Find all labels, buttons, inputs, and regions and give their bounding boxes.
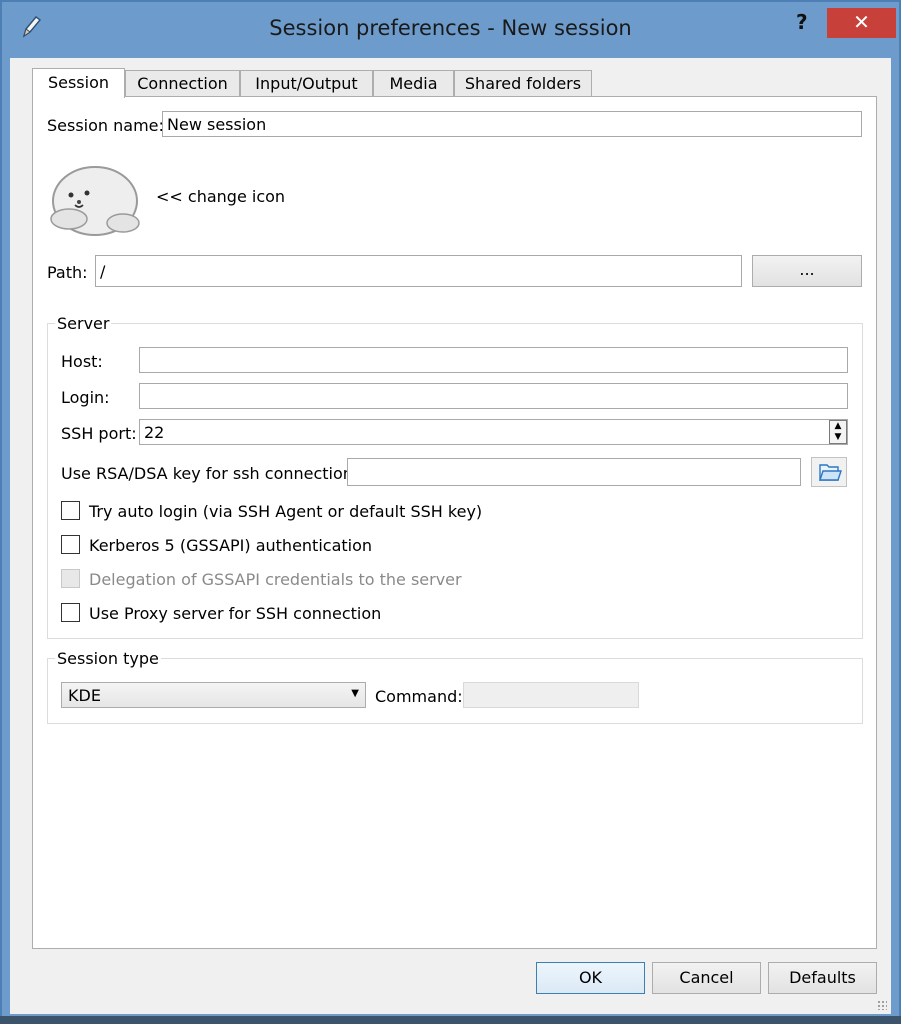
folder-open-icon (819, 464, 842, 481)
login-label: Login: (61, 388, 110, 407)
proxy-checkbox[interactable] (61, 603, 80, 622)
title-bar[interactable]: Session preferences - New session ? ✕ (2, 2, 899, 58)
cancel-button[interactable]: Cancel (652, 962, 761, 994)
auto-login-label[interactable]: Try auto login (via SSH Agent or default… (89, 502, 482, 521)
host-input[interactable] (139, 347, 848, 373)
session-preferences-dialog: Session preferences - New session ? ✕ Se… (0, 0, 901, 1024)
session-tab-panel: Session name: New session << change icon… (32, 96, 877, 949)
window-title: Session preferences - New session (269, 16, 632, 40)
defaults-button[interactable]: Defaults (768, 962, 877, 994)
kerberos-checkbox[interactable] (61, 535, 80, 554)
auto-login-checkbox[interactable] (61, 501, 80, 520)
path-input[interactable]: / (95, 255, 742, 287)
command-input (463, 682, 639, 708)
host-label: Host: (61, 352, 103, 371)
ssh-port-input[interactable]: 22 (139, 419, 848, 445)
tab-session[interactable]: Session (32, 68, 125, 98)
help-button[interactable]: ? (796, 10, 808, 34)
kerberos-label[interactable]: Kerberos 5 (GSSAPI) authentication (89, 536, 372, 555)
browse-path-button[interactable]: ... (752, 255, 862, 287)
close-button[interactable]: ✕ (827, 8, 896, 38)
ok-button[interactable]: OK (536, 962, 645, 994)
tab-connection[interactable]: Connection (125, 70, 240, 96)
proxy-label[interactable]: Use Proxy server for SSH connection (89, 604, 381, 623)
spin-up-icon[interactable]: ▲ (830, 421, 846, 432)
change-icon-label[interactable]: << change icon (156, 187, 285, 206)
session-name-input[interactable]: New session (162, 111, 862, 137)
seal-session-icon[interactable] (47, 153, 143, 239)
resize-grip-icon[interactable] (877, 1000, 887, 1010)
taskbar-strip (0, 1016, 901, 1024)
server-group-title: Server (55, 314, 112, 333)
session-type-group-title: Session type (55, 649, 161, 668)
dropdown-arrow-icon: ▼ (351, 688, 359, 699)
gssapi-delegation-label: Delegation of GSSAPI credentials to the … (89, 570, 462, 589)
dialog-client-area: Session Connection Input/Output Media Sh… (10, 58, 891, 1014)
ssh-port-label: SSH port: (61, 424, 137, 443)
login-input[interactable] (139, 383, 848, 409)
ssh-port-spinner[interactable]: ▲ ▼ (829, 420, 847, 444)
session-name-label: Session name: (47, 116, 164, 135)
session-type-select[interactable]: KDE ▼ (61, 682, 366, 708)
tab-media[interactable]: Media (373, 70, 454, 96)
command-label: Command: (375, 687, 463, 706)
gssapi-delegation-checkbox (61, 569, 80, 588)
session-type-value: KDE (68, 686, 101, 705)
spin-down-icon[interactable]: ▼ (830, 432, 846, 443)
tab-shared-folders[interactable]: Shared folders (454, 70, 592, 96)
tab-input-output[interactable]: Input/Output (240, 70, 373, 96)
rsa-key-label: Use RSA/DSA key for ssh connection: (61, 464, 359, 483)
path-label: Path: (47, 263, 88, 282)
browse-key-button[interactable] (811, 457, 847, 487)
rsa-key-input[interactable] (347, 458, 801, 486)
